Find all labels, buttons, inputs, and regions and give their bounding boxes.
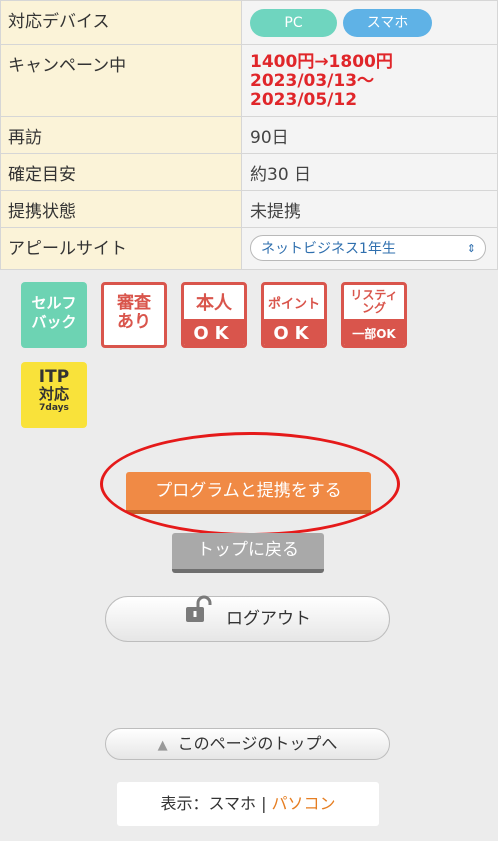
device-sp-badge: スマホ (343, 9, 432, 37)
device-label: 対応デバイス (0, 0, 242, 45)
campaign-start: 2023/03/13〜 (250, 71, 375, 91)
appeal-site-selected: ネットビジネス1年生 (261, 241, 396, 257)
point-ok-bottom: OK (264, 319, 324, 345)
page-top-label: このページのトップへ (177, 734, 338, 753)
program-info-table: 対応デバイス PC スマホ キャンペーン中 1400円→1800円 2023/03… (0, 0, 498, 270)
itp-line1: ITP (38, 367, 70, 387)
itp-line2: 対応 (38, 385, 69, 403)
campaign-label: キャンペーン中 (0, 44, 242, 117)
revisit-value: 90日 (241, 116, 498, 154)
self-back-line1: セルフ (31, 294, 77, 312)
self-ok-badge: 本人 OK (181, 282, 247, 348)
appeal-label: アピールサイト (0, 227, 242, 270)
page-top-button[interactable]: ▲ このページのトップへ (105, 728, 390, 760)
self-back-line2: バック (31, 313, 77, 331)
self-back-badge: セルフ バック (21, 282, 87, 348)
revisit-label: 再訪 (0, 116, 242, 154)
pc-view-link[interactable]: パソコン (272, 794, 336, 813)
itp-line3: 7days (39, 403, 69, 413)
row-revisit: 再訪 90日 (0, 116, 498, 154)
row-campaign: キャンペーン中 1400円→1800円 2023/03/13〜 2023/05/… (0, 44, 498, 117)
self-ok-top: 本人 (196, 293, 232, 314)
device-value: PC スマホ (241, 0, 498, 45)
campaign-end: 2023/05/12 (250, 90, 358, 110)
display-prefix: 表示：スマホ (160, 794, 256, 813)
row-appeal-site: アピールサイト ネットビジネス1年生 ⇕ (0, 227, 498, 270)
select-updown-icon: ⇕ (466, 242, 476, 255)
review-line1: 審査 (117, 293, 151, 313)
row-status: 提携状態 未提携 (0, 190, 498, 228)
unlock-icon (184, 595, 216, 640)
campaign-value: 1400円→1800円 2023/03/13〜 2023/05/12 (241, 44, 498, 117)
program-partner-button[interactable]: プログラムと提携をする (126, 472, 371, 514)
status-label: 提携状態 (0, 190, 242, 228)
self-ok-bottom: OK (184, 319, 244, 345)
device-pc-badge: PC (250, 9, 337, 37)
row-device: 対応デバイス PC スマホ (0, 0, 498, 45)
listing-top-line2: ング (361, 301, 386, 315)
itp-badge: ITP 対応 7days (21, 362, 87, 428)
back-to-top-button[interactable]: トップに戻る (172, 533, 324, 573)
status-value: 未提携 (241, 190, 498, 228)
row-confirm: 確定目安 約30 日 (0, 153, 498, 191)
logout-button[interactable]: ログアウト (105, 595, 390, 642)
confirm-label: 確定目安 (0, 153, 242, 191)
review-line2: あり (117, 312, 151, 332)
listing-top: リスティ ング (344, 285, 404, 319)
listing-bottom: 一部OK (344, 319, 404, 345)
confirm-value: 約30 日 (241, 153, 498, 191)
review-badge: 審査 あり (101, 282, 167, 348)
logout-label: ログアウト (226, 609, 311, 629)
campaign-reward: 1400円→1800円 (250, 52, 393, 72)
display-mode-switch: 表示：スマホ | パソコン (117, 782, 379, 826)
appeal-value: ネットビジネス1年生 ⇕ (241, 227, 498, 270)
display-separator: | (261, 794, 267, 813)
point-ok-badge: ポイント OK (261, 282, 327, 348)
chevron-up-icon: ▲ (157, 738, 168, 753)
point-ok-top: ポイント (267, 296, 320, 312)
appeal-site-select[interactable]: ネットビジネス1年生 ⇕ (250, 235, 486, 261)
listing-badge: リスティ ング 一部OK (341, 282, 407, 348)
